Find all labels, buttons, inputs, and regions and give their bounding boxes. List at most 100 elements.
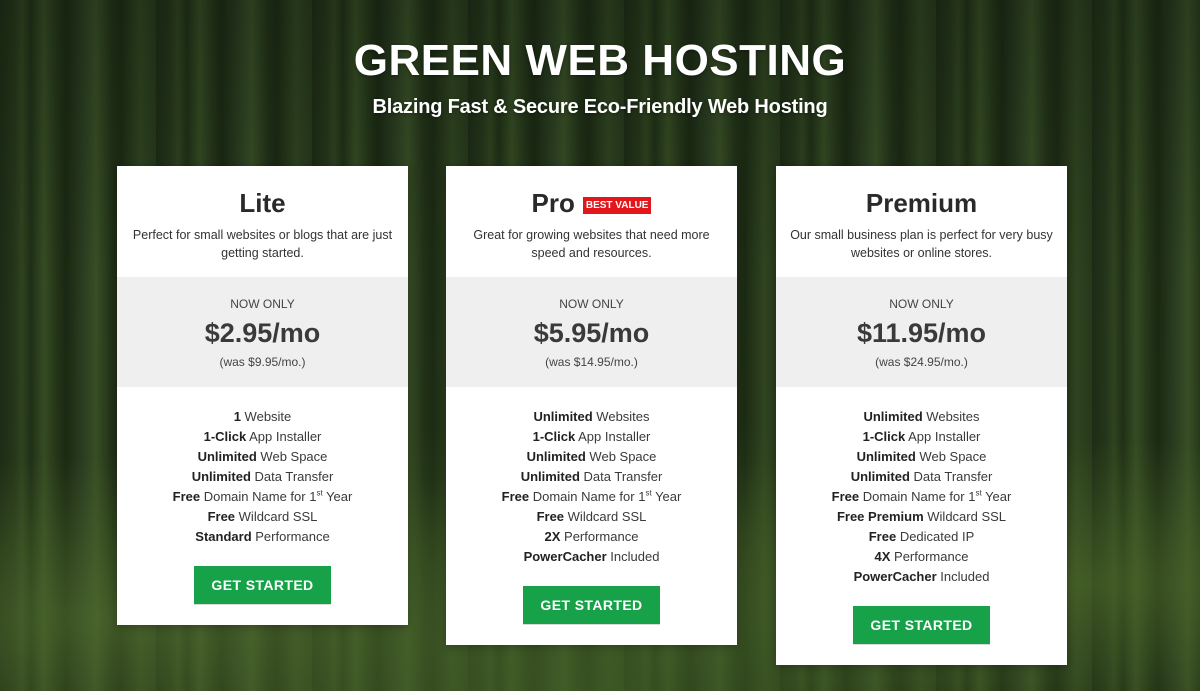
feature-item: Free Premium Wildcard SSL <box>776 507 1067 527</box>
feature-item: Free Dedicated IP <box>776 527 1067 547</box>
feature-highlight: PowerCacher <box>523 549 607 564</box>
feature-list: 1 Website 1-Click App Installer Unlimited … <box>117 387 408 547</box>
feature-highlight: 1-Click <box>203 429 247 444</box>
feature-highlight: Unlimited <box>533 409 593 424</box>
feature-item: 1 Website <box>117 407 408 427</box>
feature-highlight: 2X <box>544 529 561 544</box>
get-started-button-premium[interactable]: GET STARTED <box>853 606 990 644</box>
feature-text: Wildcard SSL <box>923 509 1007 524</box>
plan-description: Our small business plan is perfect for v… <box>790 228 1053 260</box>
feature-highlight: Free <box>207 509 236 524</box>
feature-text-after: Year <box>651 489 682 504</box>
feature-text: Performance <box>890 549 969 564</box>
feature-text: Web Space <box>256 449 328 464</box>
feature-text: Domain Name for 1 <box>200 489 317 504</box>
feature-highlight: Unlimited <box>197 449 257 464</box>
price-band: NOW ONLY $5.95/mo (was $14.95/mo.) <box>446 277 737 387</box>
feature-item: Unlimited Data Transfer <box>446 467 737 487</box>
plan-description: Perfect for small websites or blogs that… <box>132 228 393 260</box>
now-only-label: NOW ONLY <box>889 297 954 311</box>
page-subtitle: Blazing Fast & Secure Eco-Friendly Web H… <box>372 96 828 118</box>
feature-text: Performance <box>560 529 639 544</box>
plan-name: Premium <box>865 187 978 218</box>
now-only-label: NOW ONLY <box>230 297 295 311</box>
was-price: (was $9.95/mo.) <box>219 355 306 369</box>
feature-text: Performance <box>251 529 330 544</box>
feature-item: Unlimited Data Transfer <box>776 467 1067 487</box>
plan-price: $2.95/mo <box>204 318 321 348</box>
feature-highlight: 1 <box>233 409 241 424</box>
feature-highlight: Free <box>831 489 860 504</box>
feature-item: Unlimited Web Space <box>776 447 1067 467</box>
feature-text: App Installer <box>575 429 651 444</box>
feature-item: 2X Performance <box>446 527 737 547</box>
feature-highlight: Unlimited <box>863 409 923 424</box>
feature-highlight: Free <box>868 529 897 544</box>
feature-text: Website <box>240 409 292 424</box>
feature-text: Included <box>606 549 660 564</box>
get-started-button-lite[interactable]: GET STARTED <box>194 566 331 604</box>
feature-text: App Installer <box>905 429 981 444</box>
plan-description: Great for growing websites that need mor… <box>473 228 710 260</box>
feature-text: Websites <box>592 409 650 424</box>
plan-name: Pro <box>531 187 575 218</box>
feature-item: Unlimited Web Space <box>117 447 408 467</box>
feature-highlight: Free Premium <box>836 509 924 524</box>
feature-text: Dedicated IP <box>896 529 975 544</box>
feature-highlight: Unlimited <box>850 469 910 484</box>
feature-item: 1-Click App Installer <box>117 427 408 447</box>
feature-item: Free Wildcard SSL <box>117 507 408 527</box>
feature-text-after: Year <box>322 489 353 504</box>
best-value-badge: BEST VALUE <box>582 196 652 214</box>
price-band: NOW ONLY $11.95/mo (was $24.95/mo.) <box>776 277 1067 387</box>
feature-item: Free Domain Name for 1st Year <box>776 487 1067 507</box>
feature-text: Domain Name for 1 <box>859 489 976 504</box>
feature-text: Wildcard SSL <box>235 509 318 524</box>
feature-highlight: 1-Click <box>532 429 576 444</box>
feature-highlight: Free <box>172 489 201 504</box>
plan-card-pro: Pro BEST VALUE Great for growing website… <box>446 166 737 645</box>
feature-text: Data Transfer <box>250 469 334 484</box>
feature-item: Free Domain Name for 1st Year <box>117 487 408 507</box>
plan-header: Pro BEST VALUE Great for growing website… <box>446 166 737 277</box>
feature-text: Web Space <box>915 449 987 464</box>
was-price: (was $14.95/mo.) <box>545 355 638 369</box>
feature-highlight: Unlimited <box>856 449 916 464</box>
feature-list: Unlimited Websites 1-Click App Installer U… <box>446 387 737 567</box>
plan-card-premium: Premium Our small business plan is perfe… <box>776 166 1067 665</box>
now-only-label: NOW ONLY <box>559 297 624 311</box>
page-title: GREEN WEB HOSTING <box>353 36 847 85</box>
feature-text: App Installer <box>246 429 322 444</box>
plan-price: $11.95/mo <box>856 318 987 348</box>
feature-highlight: Unlimited <box>191 469 251 484</box>
feature-text: Web Space <box>585 449 657 464</box>
feature-highlight: 1-Click <box>862 429 906 444</box>
feature-item: Unlimited Data Transfer <box>117 467 408 487</box>
feature-highlight: Unlimited <box>520 469 580 484</box>
feature-item: Free Domain Name for 1st Year <box>446 487 737 507</box>
feature-text-after: Year <box>981 489 1012 504</box>
was-price: (was $24.95/mo.) <box>875 355 968 369</box>
feature-text: Websites <box>922 409 980 424</box>
feature-text: Wildcard SSL <box>564 509 647 524</box>
plan-price: $5.95/mo <box>533 318 650 348</box>
feature-list: Unlimited Websites 1-Click App Installer U… <box>776 387 1067 587</box>
feature-text: Data Transfer <box>579 469 663 484</box>
feature-highlight: Unlimited <box>526 449 586 464</box>
plan-card-lite: Lite Perfect for small websites or blogs… <box>117 166 408 625</box>
plan-header: Lite Perfect for small websites or blogs… <box>117 166 408 277</box>
feature-text: Data Transfer <box>909 469 993 484</box>
feature-highlight: Free <box>536 509 565 524</box>
feature-item: 4X Performance <box>776 547 1067 567</box>
plan-header: Premium Our small business plan is perfe… <box>776 166 1067 277</box>
feature-item: Unlimited Websites <box>776 407 1067 427</box>
feature-item: 1-Click App Installer <box>446 427 737 447</box>
plan-name: Lite <box>239 187 286 218</box>
feature-highlight: PowerCacher <box>853 569 937 584</box>
page: { "hero": { "title": "GREEN WEB HOSTING"… <box>0 0 1200 691</box>
get-started-button-pro[interactable]: GET STARTED <box>523 586 660 624</box>
feature-item: 1-Click App Installer <box>776 427 1067 447</box>
feature-highlight: Free <box>501 489 530 504</box>
price-band: NOW ONLY $2.95/mo (was $9.95/mo.) <box>117 277 408 387</box>
feature-item: Unlimited Websites <box>446 407 737 427</box>
